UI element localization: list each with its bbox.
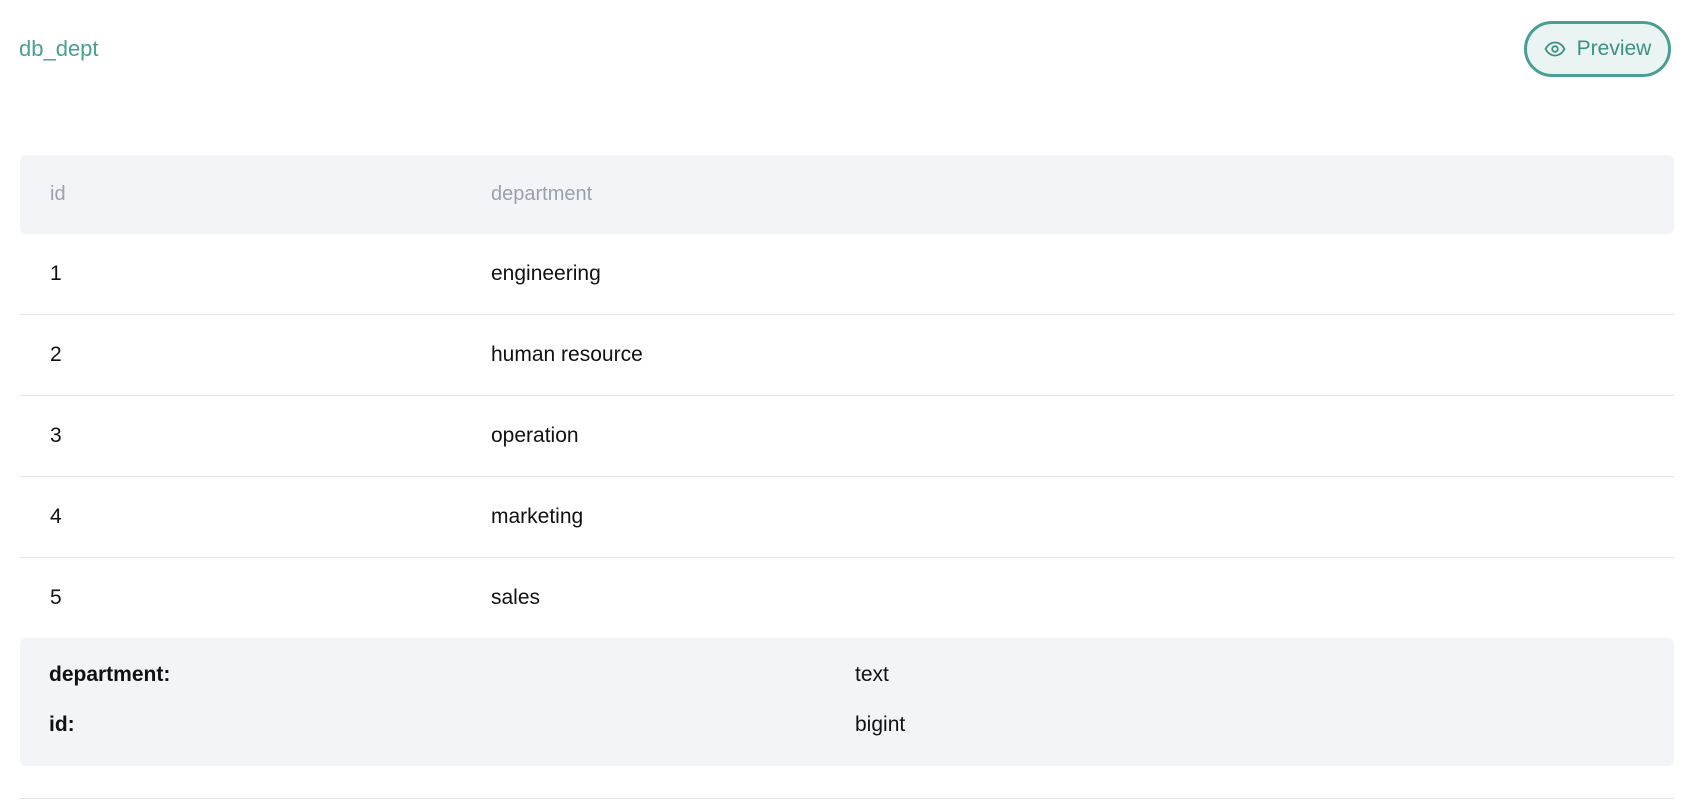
cell-department: sales bbox=[491, 586, 541, 609]
schema-field-name: department: bbox=[49, 663, 171, 686]
cell-id: 1 bbox=[50, 262, 62, 285]
cell-department: engineering bbox=[491, 262, 601, 285]
schema-field-name: id: bbox=[49, 713, 75, 736]
cell-department: operation bbox=[491, 424, 579, 447]
schema-row: id: bigint bbox=[20, 710, 1674, 740]
eye-icon bbox=[1544, 41, 1566, 57]
table-row[interactable]: 3 operation bbox=[20, 396, 1674, 477]
schema-field-type: bigint bbox=[855, 713, 906, 736]
table-row[interactable]: 2 human resource bbox=[20, 315, 1674, 396]
cell-id: 3 bbox=[50, 424, 62, 447]
column-header-id[interactable]: id bbox=[50, 183, 66, 206]
table-row[interactable]: 4 marketing bbox=[20, 477, 1674, 558]
table-row[interactable]: 5 sales bbox=[20, 558, 1674, 638]
cell-id: 5 bbox=[50, 586, 62, 609]
schema-field-type: text bbox=[855, 663, 889, 686]
schema-row: department: text bbox=[20, 660, 1674, 690]
cell-id: 4 bbox=[50, 505, 62, 528]
table-header: id department bbox=[20, 155, 1674, 234]
preview-button[interactable]: Preview bbox=[1524, 21, 1671, 77]
column-header-department[interactable]: department bbox=[491, 183, 592, 206]
divider bbox=[20, 798, 1674, 799]
preview-label: Preview bbox=[1576, 37, 1652, 60]
schema-panel: department: text id: bigint bbox=[20, 638, 1674, 766]
table-name[interactable]: db_dept bbox=[19, 36, 99, 62]
cell-department: marketing bbox=[491, 505, 584, 528]
table-row[interactable]: 1 engineering bbox=[20, 234, 1674, 315]
page: db_dept Preview id department 1 engineer… bbox=[0, 0, 1694, 802]
cell-id: 2 bbox=[50, 343, 62, 366]
cell-department: human resource bbox=[491, 343, 643, 366]
data-table: id department 1 engineering 2 human reso… bbox=[20, 155, 1674, 638]
